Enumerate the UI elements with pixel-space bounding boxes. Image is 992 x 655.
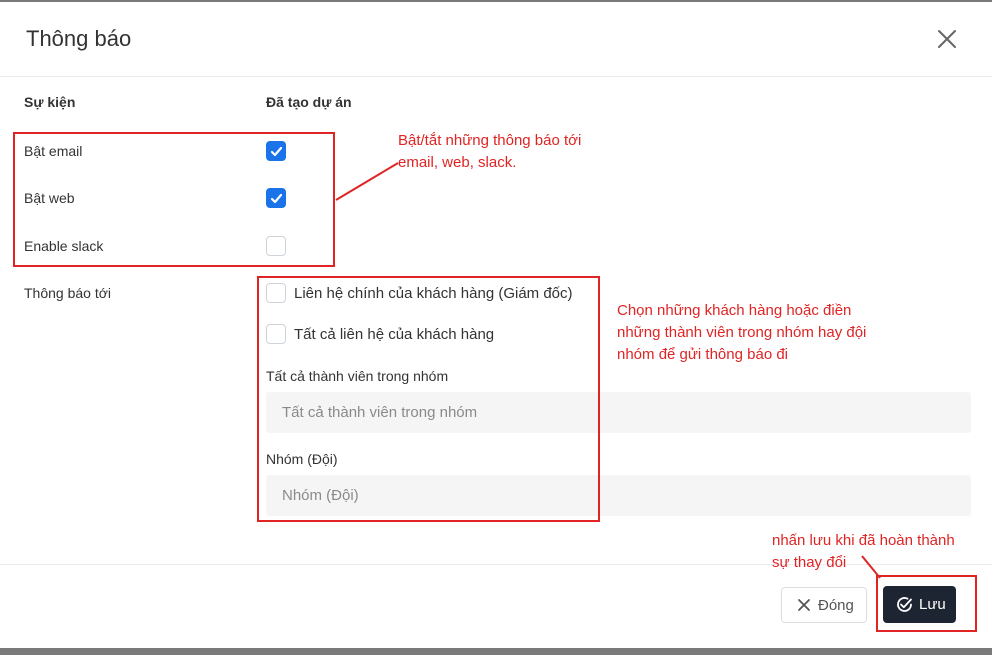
close-icon [798, 599, 810, 611]
members-placeholder: Tất cả thành viên trong nhóm [282, 404, 478, 421]
save-button[interactable]: Lưu [883, 586, 956, 623]
annotation-text: những thành viên trong nhóm hay đội [617, 324, 867, 341]
all-contacts-checkbox[interactable] [266, 324, 286, 344]
row-label-email: Bật email [24, 143, 83, 159]
notify-to-label: Thông báo tới [24, 285, 112, 301]
row-label-slack: Enable slack [24, 238, 104, 254]
backdrop-bottom-edge [0, 648, 992, 655]
team-placeholder: Nhóm (Đội) [282, 487, 359, 504]
members-field-label: Tất cả thành viên trong nhóm [266, 368, 449, 384]
annotation-text: sự thay đổi [772, 554, 847, 571]
check-icon [270, 193, 283, 204]
annotation-text: nhóm để gửi thông báo đi [617, 346, 788, 363]
close-icon[interactable] [934, 26, 960, 52]
annotation-text: nhấn lưu khi đã hoàn thành [772, 532, 955, 549]
team-input[interactable]: Nhóm (Đội) [266, 475, 971, 516]
annotation-note-recipients: Chọn những khách hàng hoặc điền những th… [617, 300, 866, 366]
members-input[interactable]: Tất cả thành viên trong nhóm [266, 392, 971, 433]
dialog-header: Thông báo [0, 0, 992, 77]
main-contact-label[interactable]: Liên hệ chính của khách hàng (Giám đốc) [294, 285, 573, 302]
email-checkbox[interactable] [266, 141, 286, 161]
annotation-text: Bật/tắt những thông báo tới [398, 132, 582, 149]
main-contact-checkbox[interactable] [266, 283, 286, 303]
annotation-text: Chọn những khách hàng hoặc điền [617, 302, 852, 319]
annotation-note-save: nhấn lưu khi đã hoàn thành sự thay đổi [772, 530, 955, 574]
column-header-event: Sự kiện [24, 94, 76, 110]
close-button[interactable]: Đóng [781, 587, 867, 623]
check-icon [270, 146, 283, 157]
row-label-web: Bật web [24, 190, 75, 206]
annotation-note-channels: Bật/tắt những thông báo tới email, web, … [398, 130, 581, 174]
save-button-label: Lưu [919, 596, 946, 613]
backdrop-top-edge [0, 0, 992, 2]
dialog-title: Thông báo [26, 26, 132, 51]
team-field-label: Nhóm (Đội) [266, 451, 338, 467]
all-contacts-label[interactable]: Tất cả liên hệ của khách hàng [294, 326, 494, 343]
annotation-text: email, web, slack. [398, 154, 517, 171]
web-checkbox[interactable] [266, 188, 286, 208]
check-circle-icon [897, 597, 912, 612]
slack-checkbox[interactable] [266, 236, 286, 256]
close-button-label: Đóng [818, 597, 854, 614]
column-header-project-created: Đã tạo dự án [266, 94, 352, 110]
